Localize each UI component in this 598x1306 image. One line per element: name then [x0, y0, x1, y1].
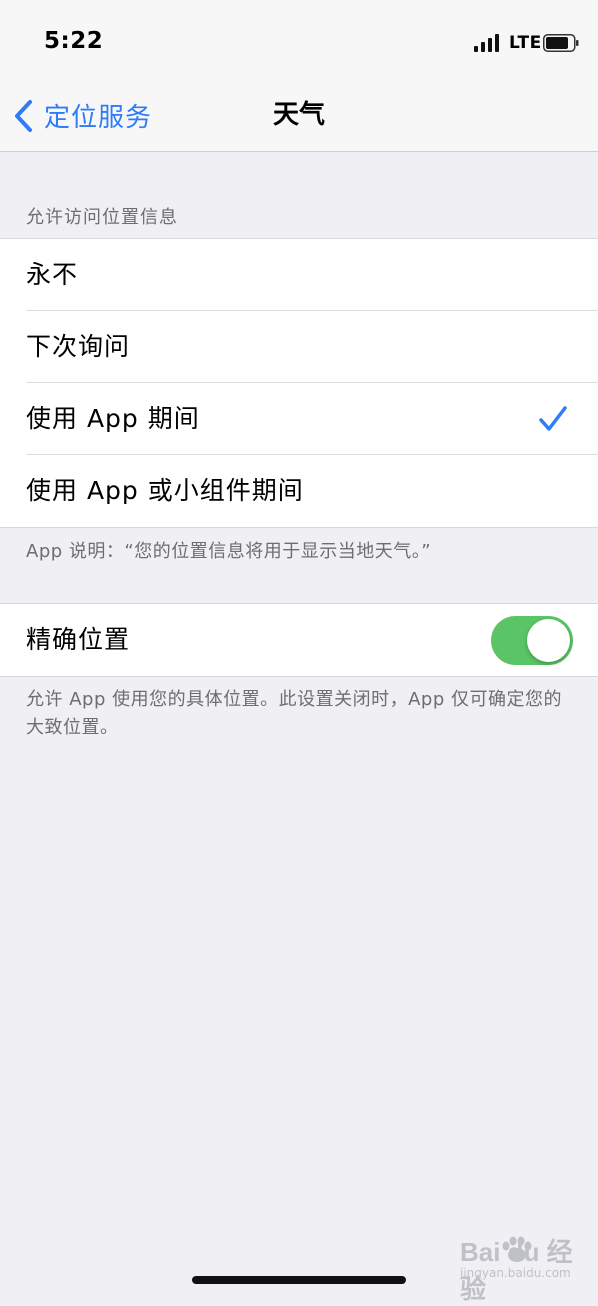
precise-location-toggle[interactable] — [491, 616, 573, 665]
precise-location-description: 允许 App 使用您的具体位置。此设置关闭时，App 仅可确定您的大致位置。 — [26, 689, 562, 738]
home-indicator[interactable] — [192, 1276, 406, 1284]
checkmark-icon — [539, 406, 567, 431]
precise-location-row: 精确位置 — [0, 604, 598, 676]
navigation-bar: 定位服务 天气 — [0, 80, 598, 152]
option-label: 下次询问 — [26, 332, 131, 361]
option-never[interactable]: 永不 — [0, 239, 598, 311]
chevron-left-icon — [15, 99, 32, 132]
location-access-options: 永不 下次询问 使用 App 期间 使用 App 或小组件期间 — [0, 238, 598, 528]
cellular-signal-icon — [474, 34, 500, 52]
option-label: 永不 — [26, 260, 79, 289]
option-while-using-app[interactable]: 使用 App 期间 — [0, 383, 598, 455]
battery-icon — [543, 34, 579, 52]
option-label: 使用 App 期间 — [26, 404, 200, 433]
network-type: LTE — [509, 33, 542, 53]
app-explanation: App 说明：“您的位置信息将用于显示当地天气。” — [26, 541, 432, 562]
status-bar: 5:22 LTE — [0, 0, 598, 80]
option-ask-next-time[interactable]: 下次询问 — [0, 311, 598, 383]
toggle-knob — [527, 619, 570, 662]
back-label: 定位服务 — [44, 103, 153, 133]
precise-location-label: 精确位置 — [26, 625, 131, 654]
location-access-header: 允许访问位置信息 — [26, 207, 178, 228]
back-button[interactable]: 定位服务 — [12, 80, 152, 151]
watermark-url: jingyan.baidu.com — [460, 1266, 571, 1280]
option-while-using-app-or-widgets[interactable]: 使用 App 或小组件期间 — [0, 455, 598, 527]
precise-location-group: 精确位置 — [0, 603, 598, 677]
option-label: 使用 App 或小组件期间 — [26, 476, 304, 505]
status-time: 5:22 — [44, 28, 104, 54]
baidu-watermark: Bai du 经验 jingyan.baidu.com — [460, 1232, 592, 1304]
